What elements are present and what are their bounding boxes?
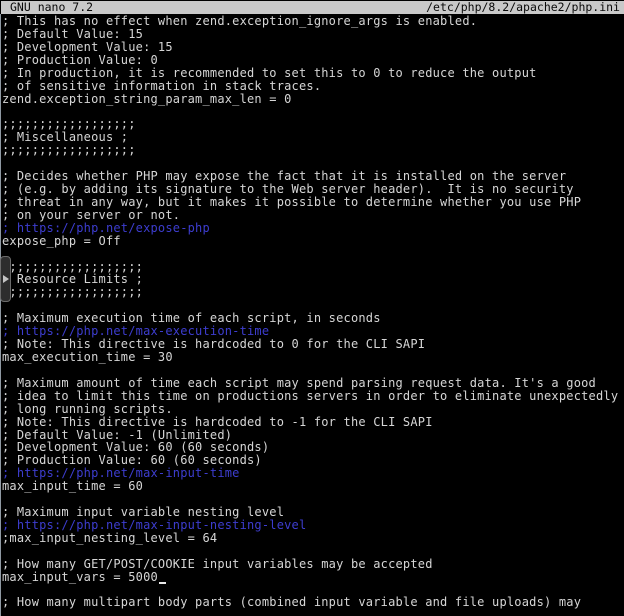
buffer-line[interactable]: ; Maximum input variable nesting level [2,506,624,519]
buffer-line[interactable]: ; long running scripts. [2,403,624,416]
play-icon [3,275,9,283]
buffer-line[interactable]: ; of sensitive information in stack trac… [2,80,624,93]
buffer-line[interactable]: ; threat in any way, but it makes it pos… [2,196,624,209]
buffer-line[interactable]: ; Note: This directive is hardcoded to -… [2,416,624,429]
nano-titlebar: GNU nano 7.2 /etc/php/8.2/apache2/php.in… [1,1,624,14]
buffer-line[interactable]: ; Default Value: 15 [2,28,624,41]
url-line[interactable]: ; https://php.net/expose-php [2,222,624,235]
buffer-line[interactable]: ;max_input_nesting_level = 64 [2,532,624,545]
buffer-line[interactable] [2,248,624,261]
buffer-line[interactable]: ; Production Value: 0 [2,54,624,67]
buffer-line[interactable]: ;;;;;;;;;;;;;;;;;; [2,144,624,157]
buffer-line[interactable]: ; (e.g. by adding its signature to the W… [2,183,624,196]
buffer-line[interactable]: ; idea to limit this time on productions… [2,390,624,403]
buffer-line[interactable]: ; on your server or not. [2,209,624,222]
file-path: /etc/php/8.2/apache2/php.ini [426,1,621,14]
window-left-border [0,14,1,616]
buffer-line[interactable] [2,364,624,377]
buffer-line[interactable]: max_input_vars = 5000 [2,571,624,584]
buffer-line[interactable]: max_input_time = 60 [2,480,624,493]
url-line[interactable]: ; https://php.net/max-input-nesting-leve… [2,519,624,532]
buffer-line[interactable]: ; Maximum amount of time each script may… [2,377,624,390]
editor-buffer[interactable]: ; This has no effect when zend.exception… [2,15,624,609]
buffer-line[interactable]: expose_php = Off [2,235,624,248]
buffer-line[interactable]: ;;;;;;;;;;;;;;;;;;; [2,286,624,299]
buffer-line[interactable]: ; How many GET/POST/COOKIE input variabl… [2,558,624,571]
buffer-line[interactable]: ; This has no effect when zend.exception… [2,15,624,28]
buffer-line[interactable]: ; How many multipart body parts (combine… [2,596,624,609]
app-title: GNU nano 7.2 [1,1,93,14]
buffer-line[interactable]: ; Development Value: 15 [2,41,624,54]
terminal-window[interactable]: GNU nano 7.2 /etc/php/8.2/apache2/php.in… [0,0,624,616]
buffer-line[interactable] [2,545,624,558]
buffer-line[interactable]: ; In production, it is recommended to se… [2,67,624,80]
buffer-line[interactable]: max_execution_time = 30 [2,351,624,364]
buffer-line[interactable]: zend.exception_string_param_max_len = 0 [2,93,624,106]
scroll-marker[interactable] [0,256,11,302]
text-cursor [159,571,166,584]
